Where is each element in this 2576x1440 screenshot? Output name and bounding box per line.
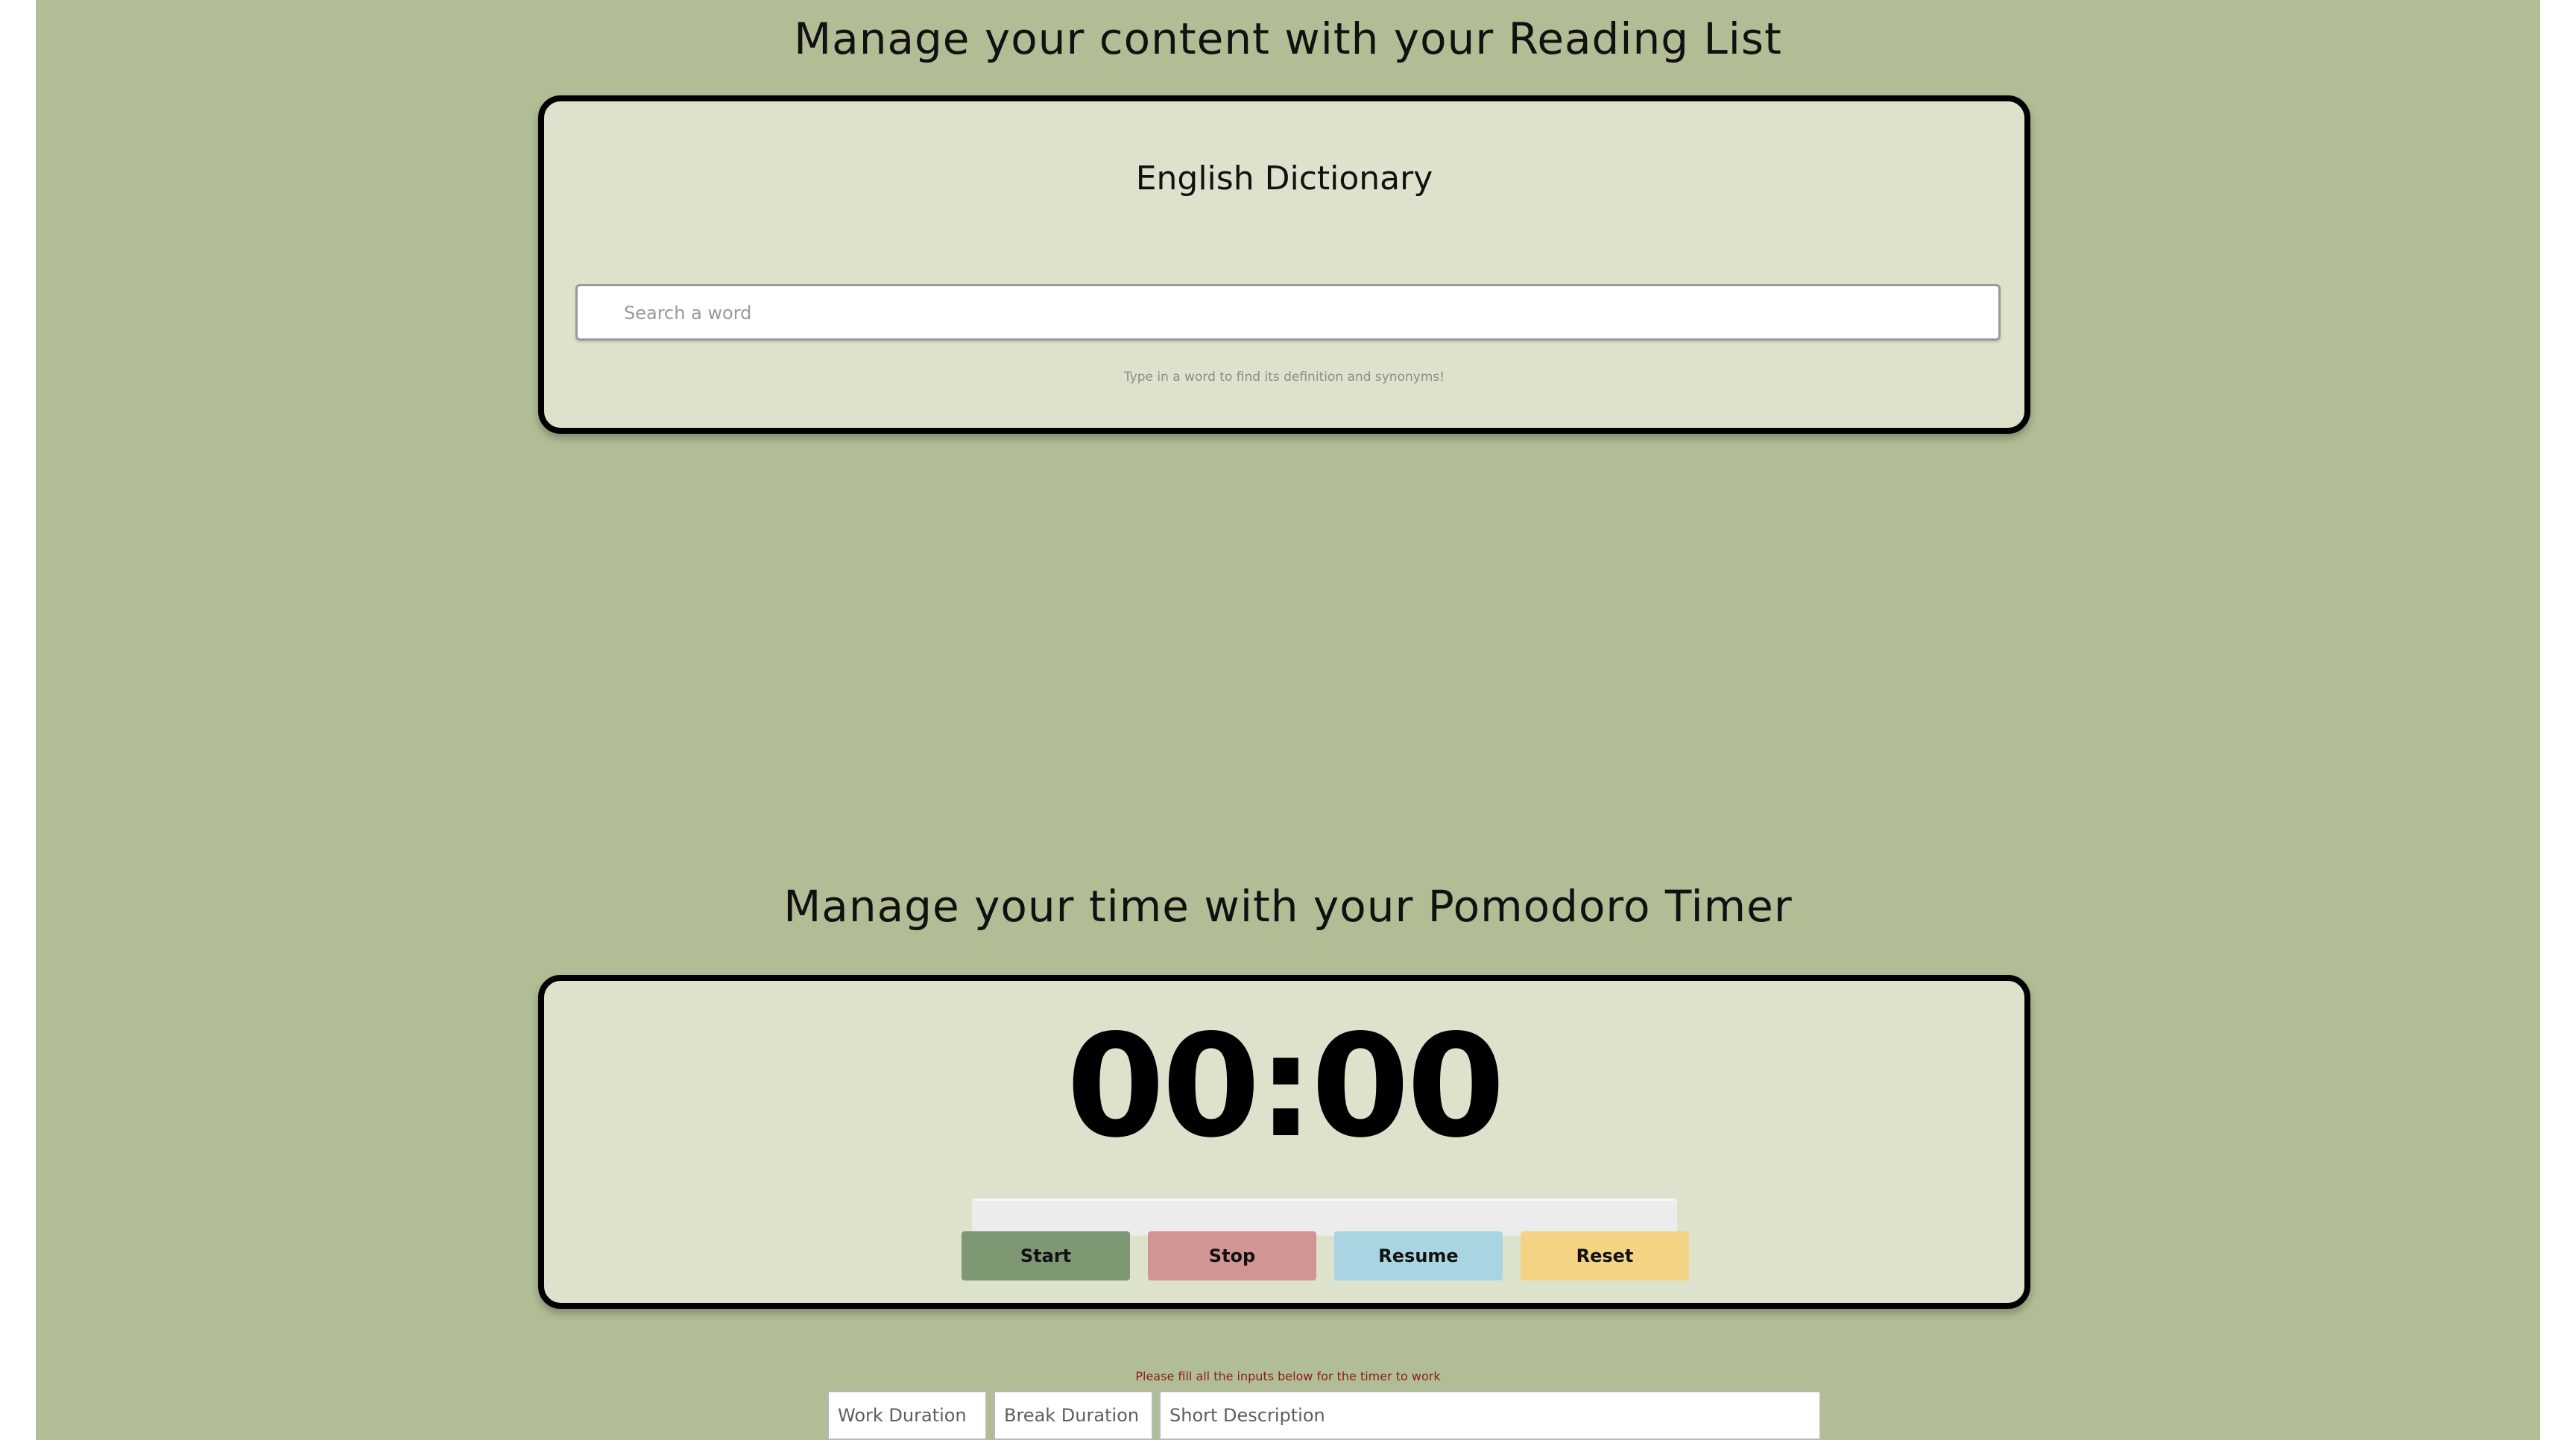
reset-button[interactable]: Reset: [1521, 1231, 1689, 1280]
pomodoro-title: Manage your time with your Pomodoro Time…: [783, 881, 1793, 932]
start-button[interactable]: Start: [962, 1231, 1130, 1280]
work-duration-input[interactable]: [827, 1391, 987, 1440]
search-input[interactable]: [622, 286, 1982, 340]
timer-progress-bar: [972, 1199, 1677, 1236]
page-background: Manage your content with your Reading Li…: [36, 0, 2540, 1440]
resume-button[interactable]: Resume: [1334, 1231, 1503, 1280]
fill-inputs-notice: Please fill all the inputs below for the…: [1135, 1369, 1441, 1383]
dictionary-card: English Dictionary Type in a word to fin…: [538, 95, 2030, 434]
break-duration-input[interactable]: [994, 1391, 1153, 1440]
dictionary-hint: Type in a word to find its definition an…: [1123, 370, 1445, 385]
reading-list-title: Manage your content with your Reading Li…: [794, 13, 1782, 64]
dictionary-title: English Dictionary: [1135, 160, 1433, 198]
timer-display: 00:00: [1066, 1004, 1506, 1169]
short-description-input[interactable]: [1159, 1391, 1821, 1440]
stop-button[interactable]: Stop: [1148, 1231, 1316, 1280]
search-box: [575, 284, 2001, 341]
